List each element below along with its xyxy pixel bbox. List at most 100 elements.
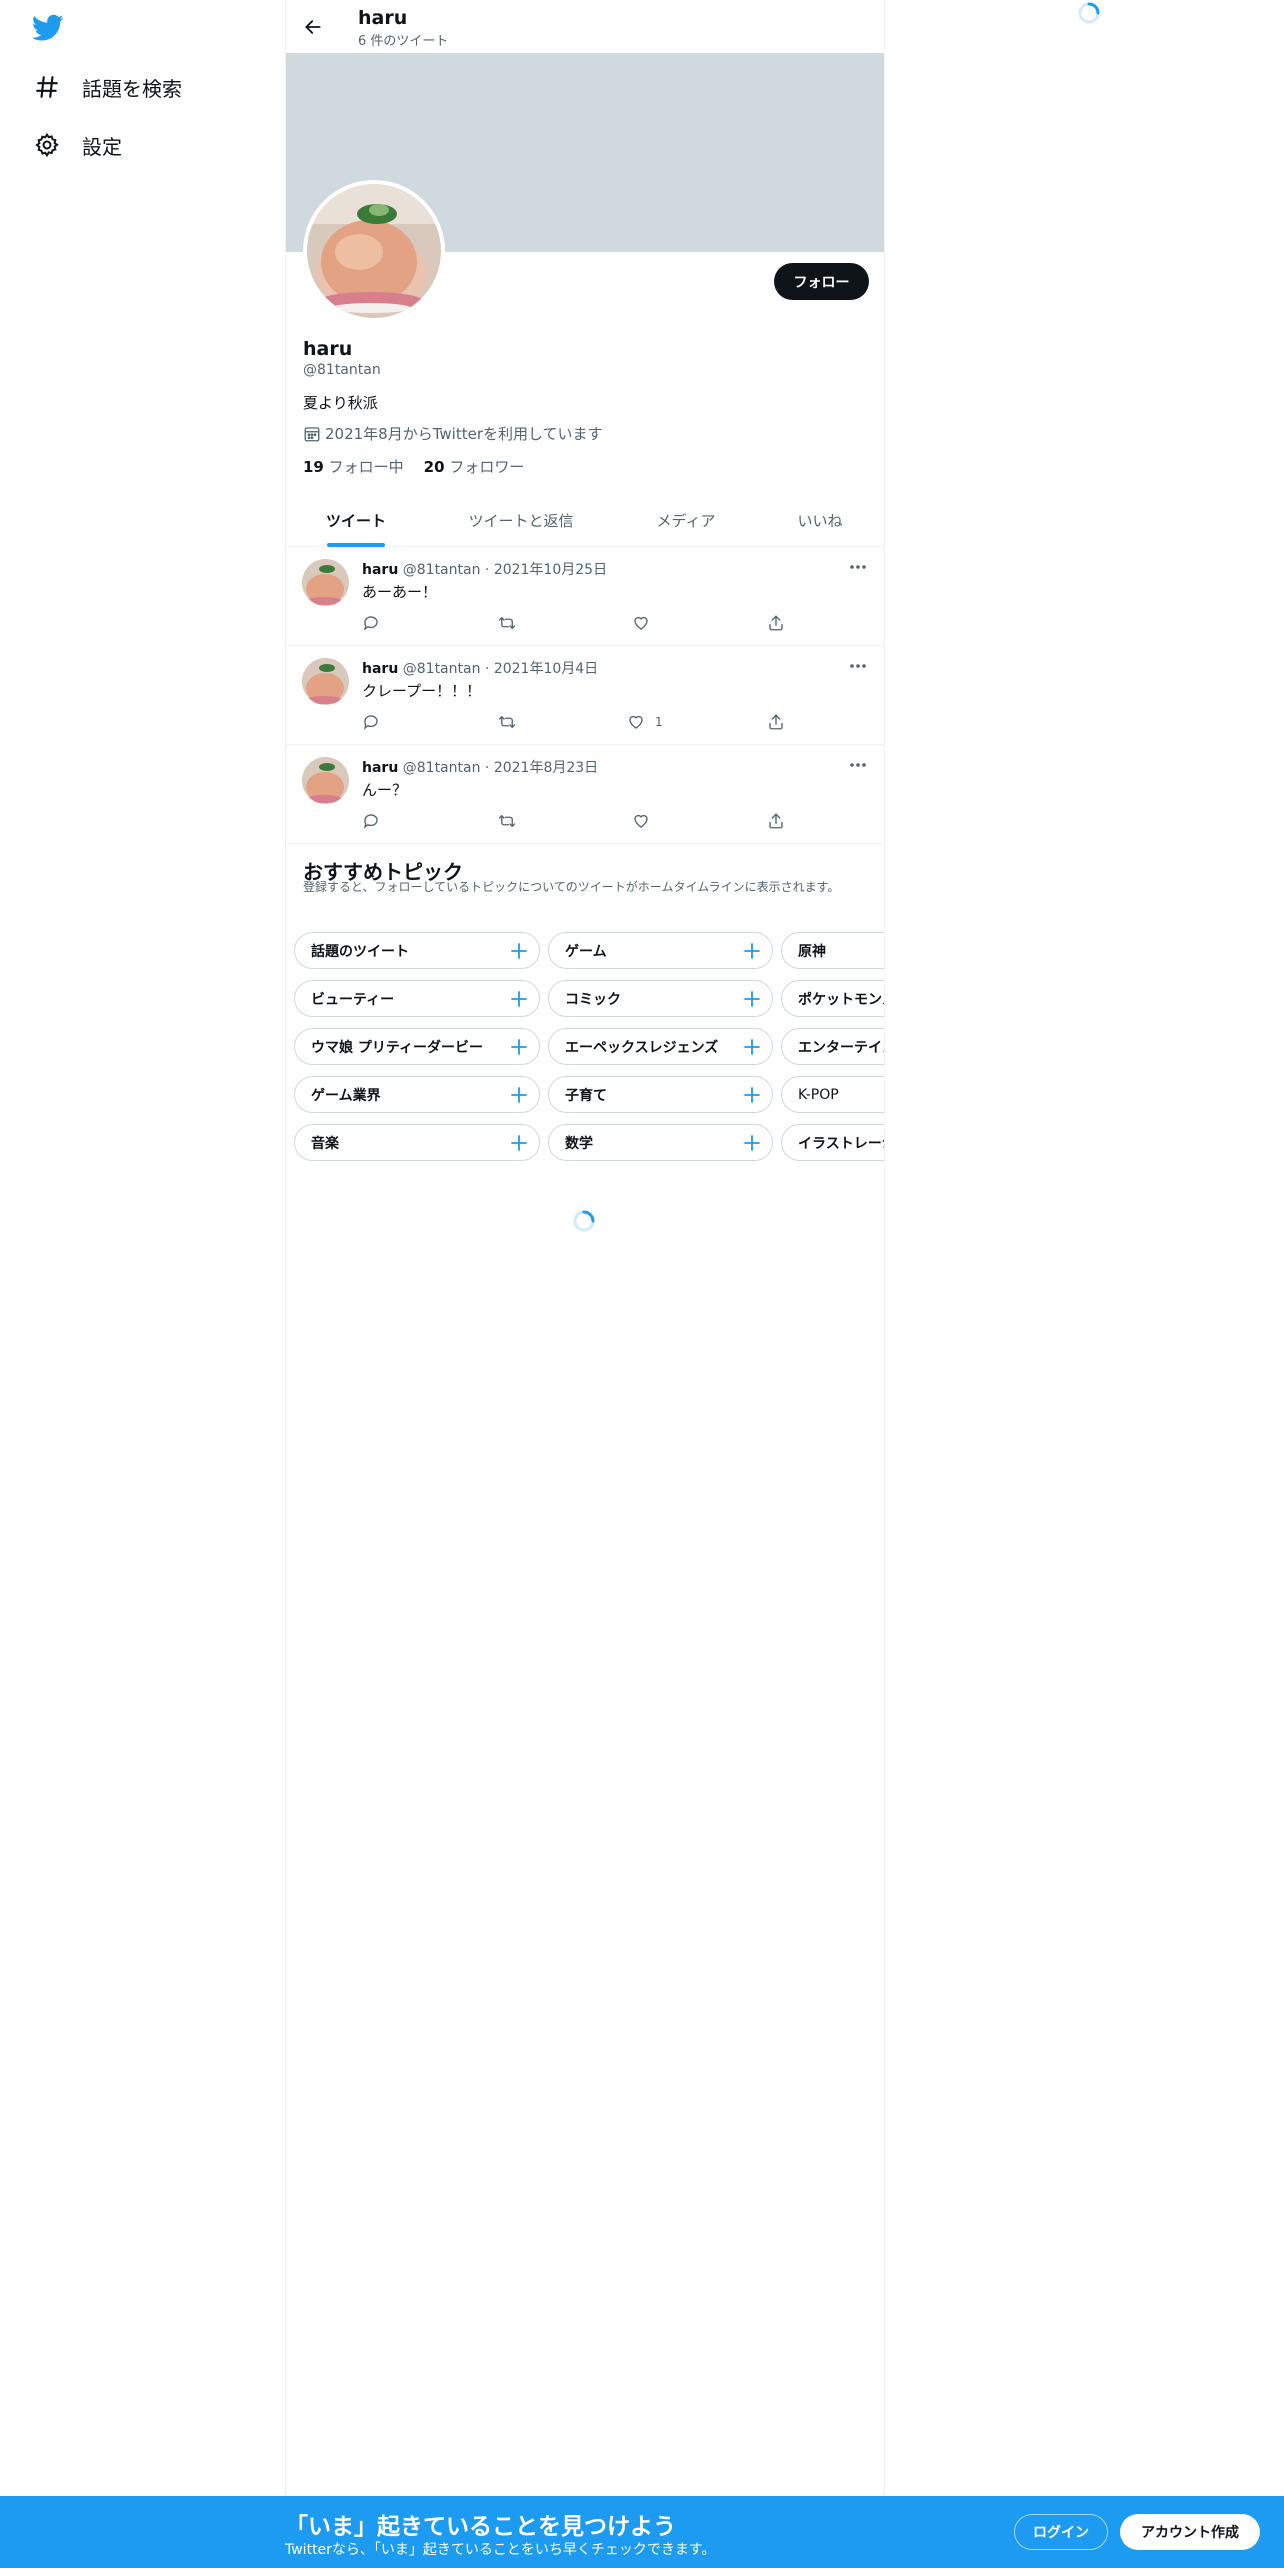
topic-pill[interactable]: エーペックスレジェンズ (548, 1028, 773, 1065)
followers-count: 20 (423, 458, 445, 476)
topic-pill[interactable]: 数学 (548, 1124, 773, 1161)
retweet-icon (498, 716, 516, 728)
share-button[interactable] (767, 712, 785, 732)
tweet-author-name[interactable]: haru (362, 562, 398, 578)
topic-pill[interactable]: イラストレーション (781, 1124, 884, 1161)
tweet[interactable]: haru @81tantan · 2021年8月23日 んー？ (286, 745, 884, 844)
tweet[interactable]: haru @81tantan · 2021年10月25日 あーあー！ (286, 547, 884, 646)
topic-pill[interactable]: K-POP (781, 1076, 884, 1113)
like-button[interactable] (632, 613, 660, 633)
tweet-actions (362, 613, 802, 633)
topic-pill[interactable]: エンターテイメント (781, 1028, 884, 1065)
share-button[interactable] (767, 811, 785, 831)
tab-tweets-and-replies[interactable]: ツイートと返信 (426, 494, 616, 547)
tweet-meta: haru @81tantan · 2021年8月23日 (362, 757, 598, 777)
avatar[interactable] (303, 180, 445, 322)
plus-icon (511, 943, 527, 959)
tweet-actions: 1 (362, 712, 802, 732)
topic-label: コミック (565, 991, 621, 1008)
tweet-date[interactable]: 2021年10月4日 (494, 661, 598, 677)
plus-icon (744, 1087, 760, 1103)
more-icon[interactable] (846, 557, 870, 577)
left-navigation: 話題を検索 設定 (0, 0, 285, 2496)
tweet[interactable]: haru @81tantan · 2021年10月4日 クレープー！！！ 1 (286, 646, 884, 745)
like-button[interactable] (632, 811, 660, 831)
tweet-author-name[interactable]: haru (362, 760, 398, 776)
reply-button[interactable] (362, 712, 380, 732)
plus-icon (511, 1039, 527, 1055)
topic-label: 音楽 (311, 1135, 339, 1152)
reply-button[interactable] (362, 811, 380, 831)
more-icon[interactable] (846, 755, 870, 775)
topic-pill[interactable]: ビューティー (294, 980, 540, 1017)
follow-button[interactable]: フォロー (774, 263, 869, 300)
like-count: 1 (655, 715, 663, 729)
followers-label: フォロワー (449, 458, 525, 476)
topic-label: 原神 (798, 943, 826, 960)
profile-joined: 2021年8月からTwitterを利用しています (303, 423, 603, 444)
plus-icon (744, 1039, 760, 1055)
retweet-button[interactable] (497, 712, 517, 732)
plus-icon (511, 1087, 527, 1103)
topic-pill[interactable]: ゲーム (548, 932, 773, 969)
like-button[interactable]: 1 (627, 712, 663, 732)
plus-icon (511, 991, 527, 1007)
topic-pill[interactable]: ポケットモンスター (781, 980, 884, 1017)
loading-spinner-icon (572, 1209, 596, 1233)
topic-pill[interactable]: 子育て (548, 1076, 773, 1113)
retweet-icon (498, 617, 516, 629)
tweet-meta: haru @81tantan · 2021年10月4日 (362, 658, 598, 678)
topic-label: エーペックスレジェンズ (565, 1039, 719, 1056)
share-icon (769, 714, 783, 730)
tweet-avatar[interactable] (302, 559, 349, 606)
signup-bar-title: 「いま」起きていることを見つけよう (285, 2514, 676, 2540)
more-icon[interactable] (846, 656, 870, 676)
nav-item-settings[interactable]: 設定 (34, 125, 122, 165)
topic-label: 子育て (565, 1087, 607, 1104)
tweet-text: んー？ (362, 781, 408, 799)
twitter-bird-icon[interactable] (32, 14, 64, 42)
topic-label: ビューティー (311, 991, 395, 1008)
topic-pill[interactable]: 話題のツイート (294, 932, 540, 969)
topic-label: 話題のツイート (311, 943, 409, 960)
tweet-date[interactable]: 2021年8月23日 (494, 760, 598, 776)
topics-description: 登録すると、フォローしているトピックについてのツイートがホームタイムラインに表示… (303, 880, 840, 894)
tweet-meta: haru @81tantan · 2021年10月25日 (362, 559, 607, 579)
following-link[interactable]: 19 フォロー中 (303, 456, 404, 477)
signup-bar-subtitle: Twitterなら、「いま」起きていることをいち早くチェックできます。 (285, 2542, 716, 2558)
login-button[interactable]: ログイン (1014, 2514, 1108, 2550)
tweet-separator: · (484, 562, 490, 578)
share-icon (769, 615, 783, 631)
plus-icon (744, 1135, 760, 1151)
tweet-actions (362, 811, 802, 831)
tweet-avatar[interactable] (302, 658, 349, 705)
topic-pill[interactable]: 原神 (781, 932, 884, 969)
tweet-author-name[interactable]: haru (362, 661, 398, 677)
tab-likes[interactable]: いいね (756, 494, 884, 547)
gear-icon (34, 132, 60, 158)
tweet-avatar[interactable] (302, 757, 349, 804)
signup-button[interactable]: アカウント作成 (1120, 2514, 1260, 2550)
topic-pill[interactable]: 音楽 (294, 1124, 540, 1161)
nav-item-explore[interactable]: 話題を検索 (34, 67, 182, 107)
share-button[interactable] (767, 613, 785, 633)
retweet-button[interactable] (497, 613, 517, 633)
reply-button[interactable] (362, 613, 380, 633)
retweet-button[interactable] (497, 811, 517, 831)
topic-pill[interactable]: ウマ娘 プリティーダービー (294, 1028, 540, 1065)
tweet-text: あーあー！ (362, 583, 438, 601)
topic-label: ゲーム業界 (311, 1087, 381, 1104)
followers-link[interactable]: 20 フォロワー (424, 456, 525, 477)
following-count: 19 (303, 458, 324, 476)
topics-carousel[interactable]: 話題のツイート ゲーム 原神 ビューティー コミック ポケットモンスター ウマ娘… (286, 930, 884, 1170)
tab-media[interactable]: メディア (616, 494, 756, 547)
back-button[interactable] (298, 12, 328, 42)
profile-stats: 19 フォロー中 20 フォロワー (303, 456, 544, 477)
topic-pill[interactable]: コミック (548, 980, 773, 1017)
loading-spinner-icon (1077, 1, 1101, 25)
hashtag-icon (34, 74, 60, 100)
heart-icon (629, 715, 643, 729)
tab-tweets[interactable]: ツイート (286, 494, 426, 547)
topic-pill[interactable]: ゲーム業界 (294, 1076, 540, 1113)
tweet-date[interactable]: 2021年10月25日 (494, 562, 607, 578)
